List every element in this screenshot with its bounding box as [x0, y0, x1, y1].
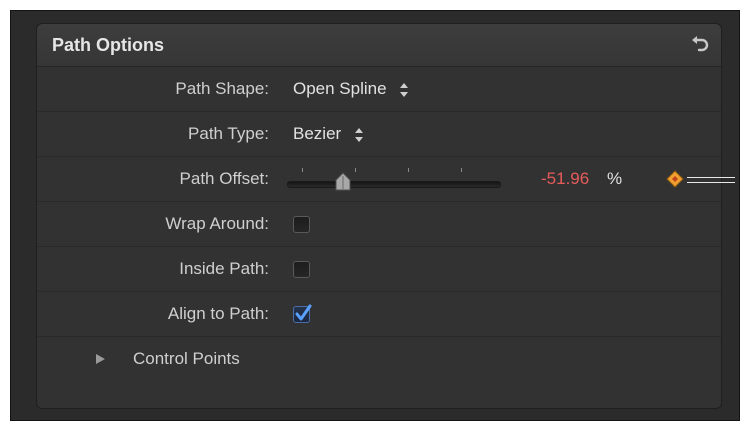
row-inside-path: Inside Path: [37, 247, 721, 292]
row-wrap-around: Wrap Around: [37, 202, 721, 247]
path-shape-value: Open Spline [293, 79, 387, 98]
panel-header[interactable]: Path Options [37, 24, 721, 67]
checkmark-icon [295, 304, 312, 321]
control-points-group-label[interactable]: Control Points [133, 349, 240, 369]
row-path-offset: Path Offset: -51.96 % [37, 157, 735, 202]
wrap-around-label: Wrap Around: [165, 214, 269, 233]
path-offset-label: Path Offset: [179, 169, 269, 188]
path-type-popup[interactable]: Bezier [293, 124, 364, 144]
path-offset-value-field[interactable]: -51.96 [541, 169, 589, 189]
row-align-to-path: Align to Path: [37, 292, 721, 337]
path-offset-slider[interactable] [287, 157, 502, 202]
panel-title: Path Options [52, 35, 164, 55]
slider-tick [408, 168, 409, 172]
path-type-label: Path Type: [188, 124, 269, 143]
path-shape-popup[interactable]: Open Spline [293, 79, 409, 99]
disclosure-triangle-icon[interactable] [94, 353, 106, 365]
path-options-panel: Path Options Path Shape: Open Spline Pat… [36, 23, 735, 409]
slider-tick [355, 168, 356, 172]
up-down-stepper-icon [400, 82, 409, 97]
keyframe-diamond-icon[interactable] [665, 169, 685, 189]
inside-path-label: Inside Path: [179, 259, 269, 278]
slider-track [287, 181, 501, 188]
keyframe-connector-line [687, 177, 735, 183]
align-to-path-label: Align to Path: [167, 304, 269, 323]
path-type-value: Bezier [293, 124, 342, 143]
up-down-stepper-icon [354, 127, 363, 142]
row-control-points: Control Points [37, 337, 721, 382]
row-path-shape: Path Shape: Open Spline [37, 67, 721, 112]
row-path-type: Path Type: Bezier [37, 112, 721, 157]
slider-tick [461, 168, 462, 172]
inside-path-checkbox[interactable] [293, 261, 310, 278]
path-shape-label: Path Shape: [175, 79, 269, 98]
path-offset-unit: % [607, 169, 623, 188]
slider-tick [302, 168, 303, 172]
slider-thumb[interactable] [333, 172, 353, 192]
wrap-around-checkbox[interactable] [293, 216, 310, 233]
reset-arrow-icon[interactable] [689, 34, 711, 56]
align-to-path-checkbox[interactable] [293, 304, 312, 323]
inspector-frame: Path Options Path Shape: Open Spline Pat… [10, 10, 740, 421]
